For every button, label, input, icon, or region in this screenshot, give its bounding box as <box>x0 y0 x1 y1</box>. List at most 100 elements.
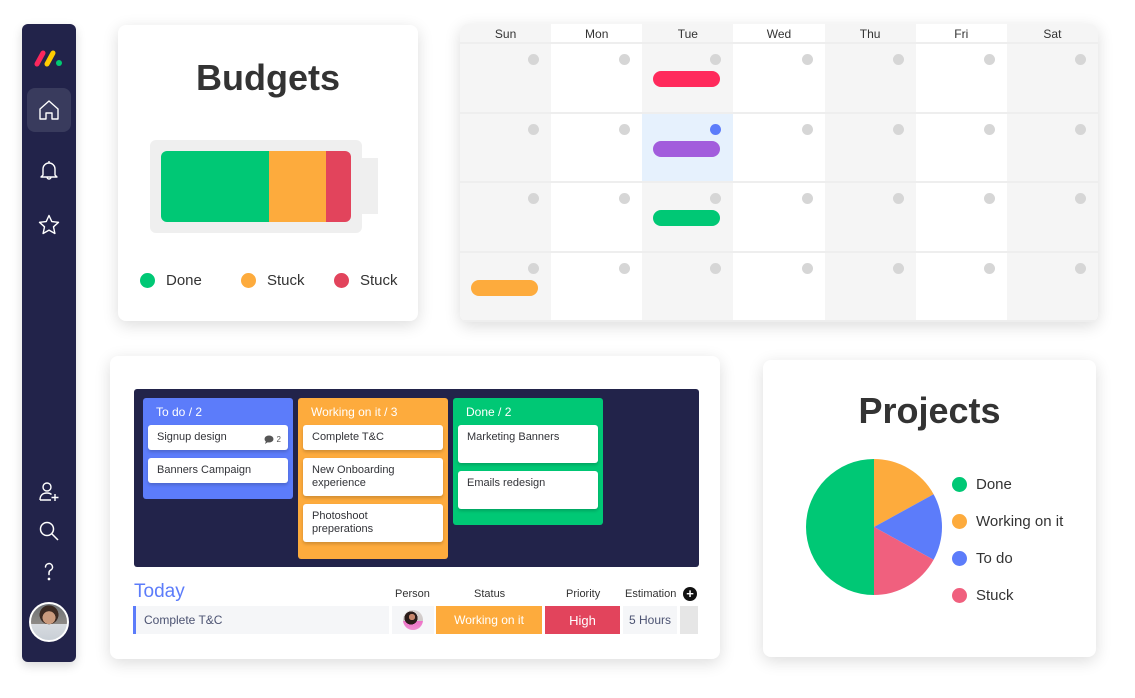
day-marker-dot <box>710 123 722 135</box>
calendar-event[interactable] <box>653 210 721 226</box>
kanban-column-title[interactable]: To do / 2 <box>148 405 288 419</box>
calendar-day-cell[interactable] <box>642 183 734 253</box>
day-marker-dot <box>619 123 631 135</box>
kanban-card-title: Marketing Banners <box>467 431 560 443</box>
status-cell[interactable]: Working on it <box>436 606 542 634</box>
calendar-day-cell[interactable] <box>824 44 916 114</box>
battery-segment-done <box>161 151 270 222</box>
day-marker-dot <box>801 54 813 65</box>
item-name-cell[interactable]: Complete T&C <box>133 606 389 634</box>
nav-favorites-button[interactable] <box>27 203 71 247</box>
nav-notifications-button[interactable] <box>27 148 71 192</box>
calendar-card: Sun Mon Tue Wed Thu Fri Sat <box>460 24 1098 322</box>
legend-item-todo: To do <box>952 548 1063 568</box>
day-marker-dot <box>1075 123 1086 135</box>
calendar-day-cell[interactable] <box>824 252 916 322</box>
add-user-icon <box>39 482 59 501</box>
today-group-title[interactable]: Today <box>134 581 185 603</box>
calendar-day-cell[interactable] <box>460 183 552 253</box>
calendar-day-cell[interactable] <box>642 44 734 114</box>
calendar-day-cell[interactable] <box>915 44 1007 114</box>
calendar-day-cell[interactable] <box>915 113 1007 183</box>
calendar-day-cell[interactable] <box>460 44 552 114</box>
legend-label: Stuck <box>976 586 1014 604</box>
calendar-day-cell[interactable] <box>1006 183 1098 253</box>
priority-cell[interactable]: High <box>545 606 620 634</box>
legend-dot <box>334 273 349 288</box>
kanban-card[interactable]: New Onboarding experience <box>303 458 443 496</box>
kanban-card[interactable]: Signup design 2 <box>148 425 288 450</box>
column-header-status[interactable]: Status <box>474 588 505 600</box>
legend-dot <box>952 476 967 492</box>
calendar-day-cell[interactable] <box>551 252 643 322</box>
legend-label: To do <box>976 549 1013 567</box>
calendar-event[interactable] <box>471 279 538 296</box>
day-marker-dot <box>983 54 995 65</box>
nav-help-button[interactable] <box>27 549 71 593</box>
legend-item-working: Working on it <box>952 511 1063 531</box>
user-avatar[interactable] <box>29 602 69 642</box>
calendar-day-cell[interactable] <box>642 252 734 322</box>
legend-label: Stuck <box>360 272 398 289</box>
calendar-day-cell[interactable] <box>824 183 916 253</box>
column-header-person[interactable]: Person <box>395 588 430 600</box>
calendar-event[interactable] <box>653 140 721 157</box>
kanban-card-title: Complete T&C <box>312 431 384 443</box>
comment-icon <box>264 435 274 444</box>
calendar-day-cell[interactable] <box>733 44 825 114</box>
calendar-day-cell[interactable] <box>1006 113 1098 183</box>
calendar-day-cell[interactable] <box>824 113 916 183</box>
kanban-card-title: Emails redesign <box>467 477 546 489</box>
kanban-card[interactable]: Photoshoot preperations <box>303 504 443 542</box>
person-cell[interactable] <box>392 606 434 634</box>
day-marker-dot <box>983 193 995 204</box>
legend-dot <box>952 550 967 566</box>
add-column-button[interactable]: + <box>683 587 697 601</box>
calendar-day-cell[interactable] <box>460 252 552 322</box>
kanban-card-title: New Onboarding experience <box>312 464 395 489</box>
calendar-day-cell[interactable] <box>1006 44 1098 114</box>
calendar-day-cell[interactable] <box>733 183 825 253</box>
calendar-day-cell[interactable] <box>733 252 825 322</box>
kanban-column-title[interactable]: Done / 2 <box>458 405 598 419</box>
board-card: To do / 2 Signup design 2 Banners Campaign W… <box>110 356 720 659</box>
kanban-card[interactable]: Marketing Banners <box>458 425 598 463</box>
empty-cell[interactable] <box>680 606 698 634</box>
legend-dot <box>241 273 256 288</box>
column-header-priority[interactable]: Priority <box>566 588 600 600</box>
calendar-day-cell[interactable] <box>551 44 643 114</box>
kanban-column: To do / 2 Signup design 2 Banners Campaign <box>143 398 293 499</box>
pie-slice-done[interactable] <box>806 459 874 595</box>
star-icon <box>38 214 60 235</box>
nav-invite-button[interactable] <box>27 470 71 514</box>
calendar-day-cell[interactable] <box>1006 252 1098 322</box>
day-header-sat: Sat <box>1006 24 1098 44</box>
nav-home-button[interactable] <box>27 88 71 132</box>
calendar-day-cell[interactable] <box>733 113 825 183</box>
calendar-day-cell[interactable] <box>460 113 552 183</box>
comments-indicator[interactable]: 2 <box>264 433 281 446</box>
legend-item-done: Done <box>952 474 1063 494</box>
kanban-column-title[interactable]: Working on it / 3 <box>303 405 443 419</box>
calendar-day-cell[interactable] <box>551 183 643 253</box>
calendar-day-cell[interactable] <box>642 113 734 183</box>
monday-logo[interactable] <box>34 48 64 68</box>
estimation-cell[interactable]: 5 Hours <box>623 606 677 634</box>
calendar-day-cell[interactable] <box>551 113 643 183</box>
help-icon <box>44 562 54 581</box>
legend-label: Done <box>166 272 202 289</box>
column-header-estimation[interactable]: Estimation <box>625 588 676 600</box>
calendar-day-cell[interactable] <box>915 183 1007 253</box>
budgets-card: Budgets Done Stuck Stuck <box>118 25 418 321</box>
calendar-event[interactable] <box>653 71 721 87</box>
nav-search-button[interactable] <box>27 509 71 553</box>
day-marker-dot <box>710 193 722 204</box>
kanban-card[interactable]: Banners Campaign <box>148 458 288 483</box>
kanban-card[interactable]: Emails redesign <box>458 471 598 509</box>
calendar-day-cell[interactable] <box>915 252 1007 322</box>
legend-dot <box>952 513 967 529</box>
kanban-card[interactable]: Complete T&C <box>303 425 443 450</box>
day-marker-dot <box>801 193 813 204</box>
day-marker-dot <box>619 262 631 274</box>
day-header-sun: Sun <box>460 24 552 44</box>
